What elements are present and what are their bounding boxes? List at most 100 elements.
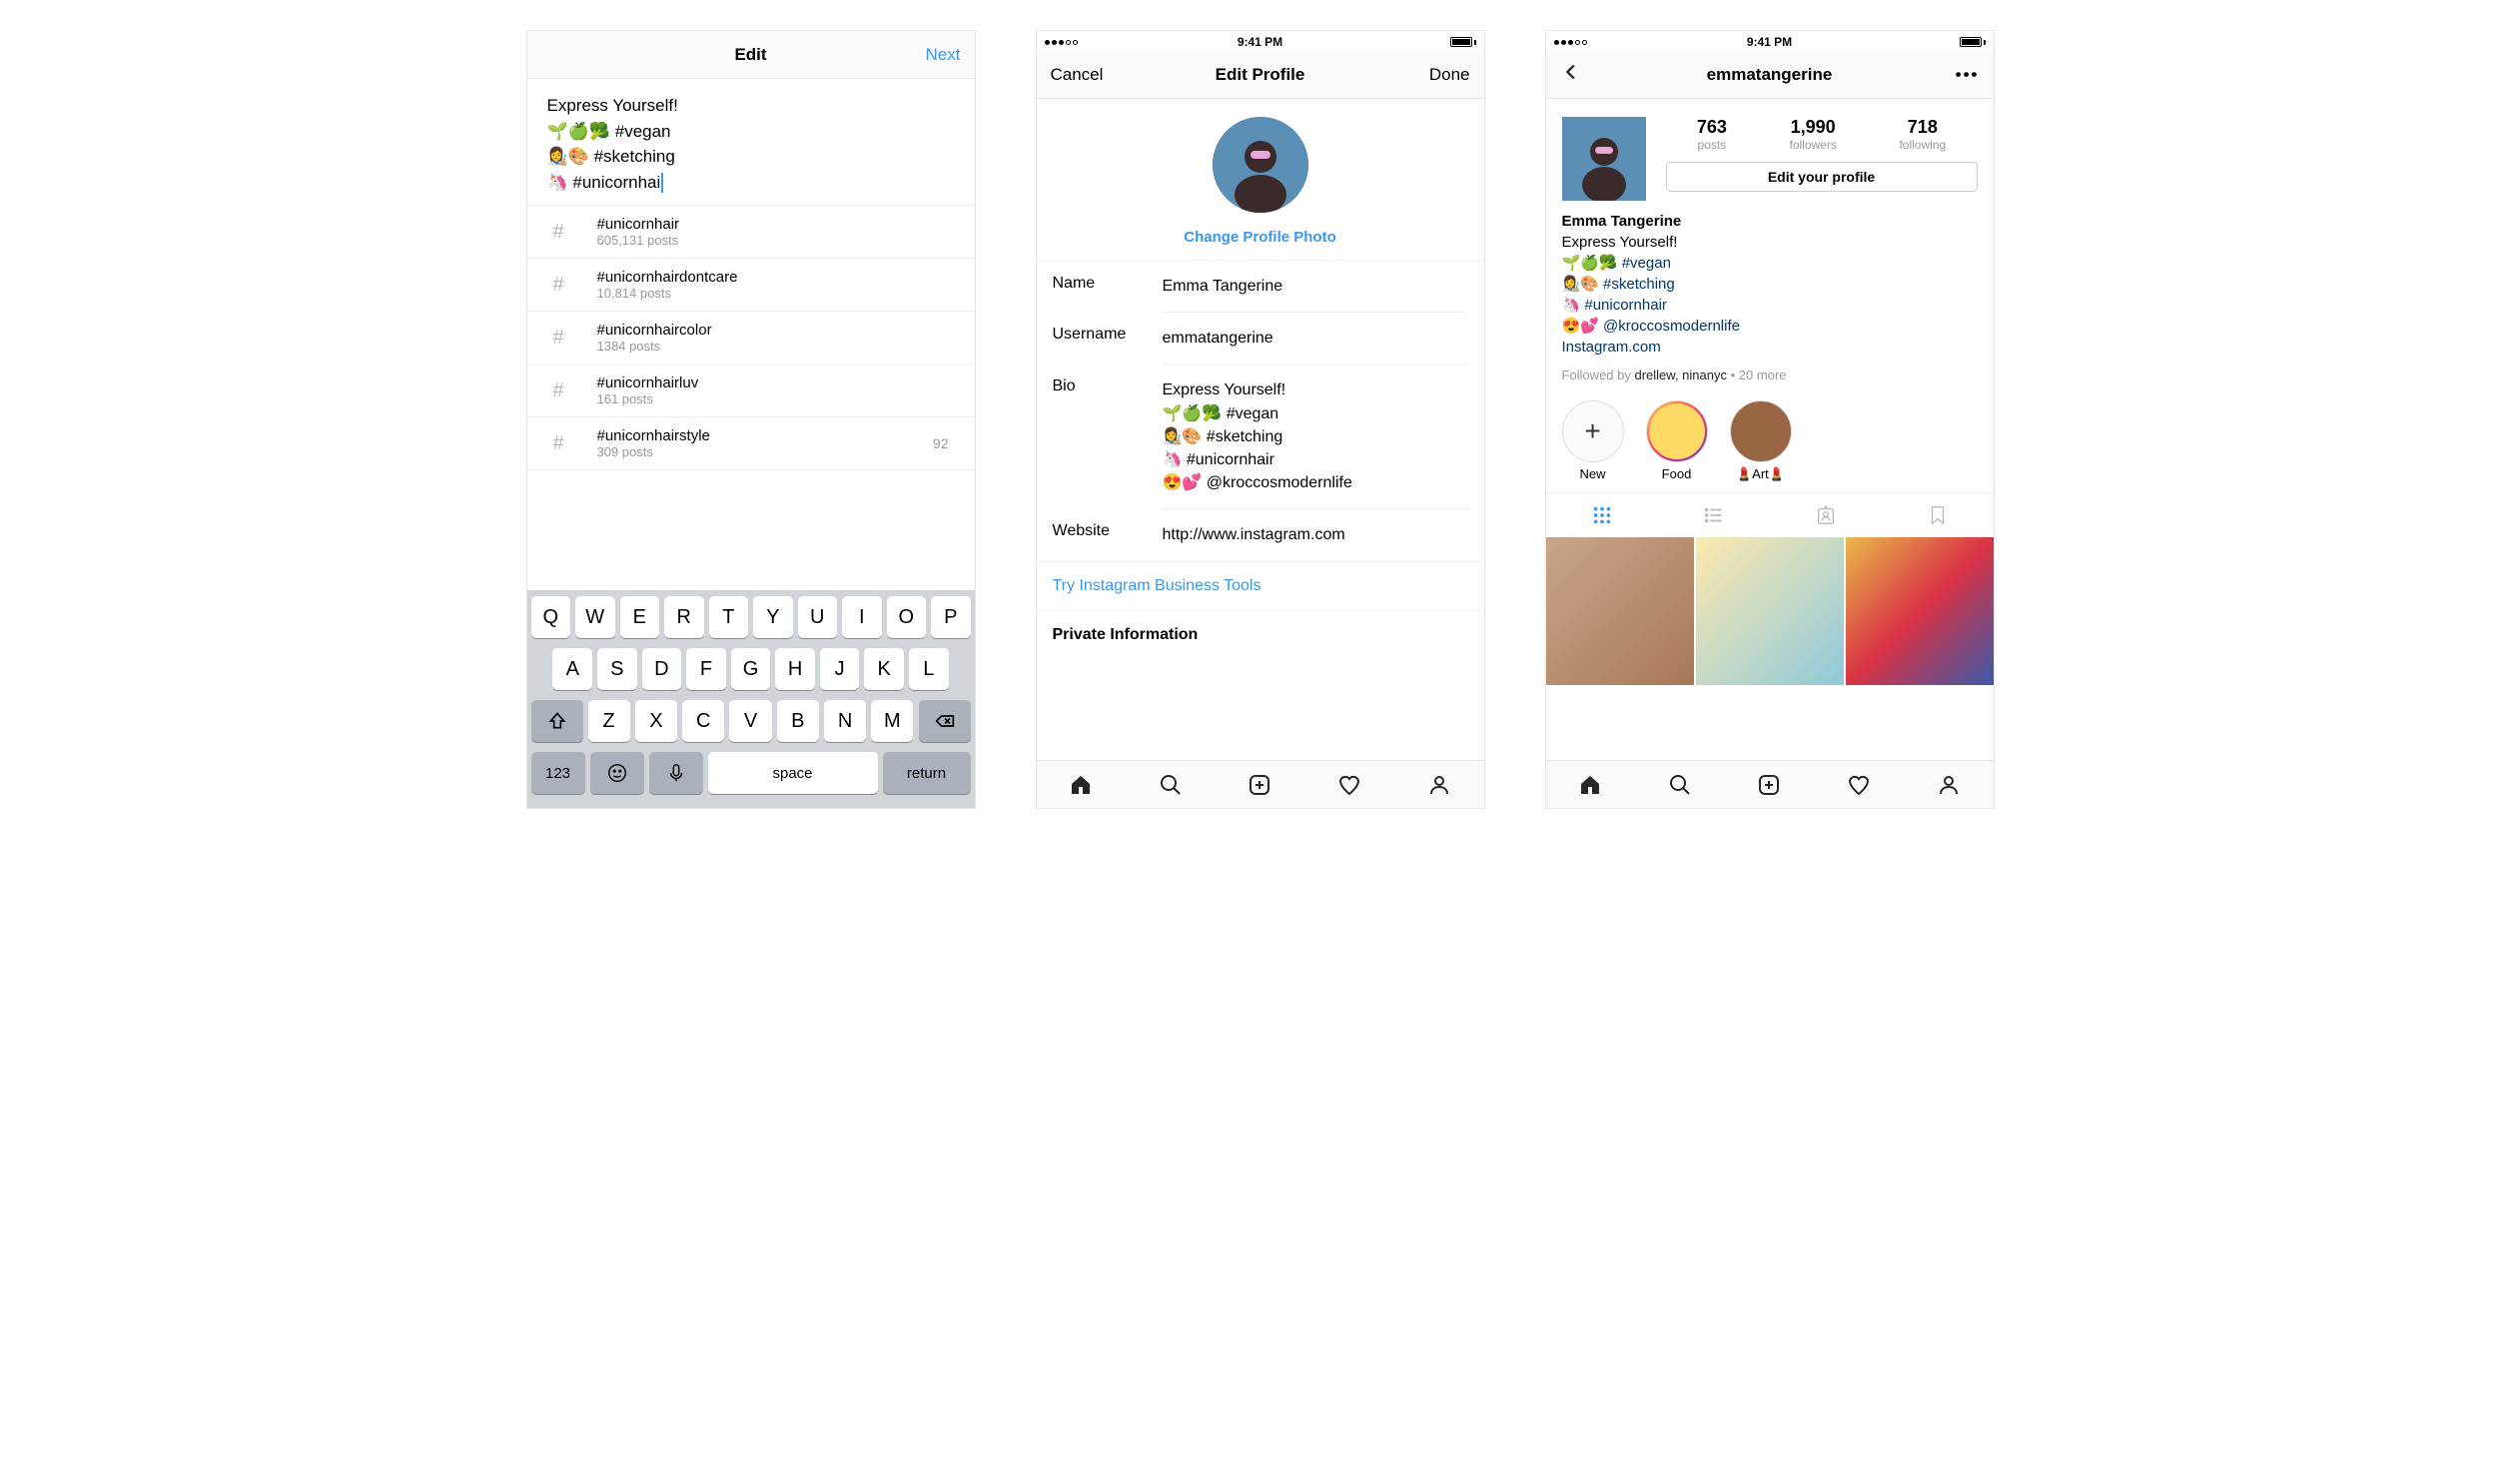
hashtag-suggestion[interactable]: # #unicornhairluv 161 posts bbox=[527, 365, 975, 417]
letter-key[interactable]: O bbox=[887, 596, 927, 638]
phone-screen-bio-edit: Edit Next Express Yourself! 🌱🍏🥦 #vegan 👩… bbox=[526, 30, 976, 809]
home-tab[interactable] bbox=[1546, 761, 1636, 808]
followed-by-text[interactable]: Followed by drellew, ninanyc • 20 more bbox=[1546, 367, 1994, 396]
create-tab[interactable] bbox=[1725, 761, 1815, 808]
letter-key[interactable]: S bbox=[597, 648, 637, 690]
hashtag-link[interactable]: #vegan bbox=[1622, 255, 1671, 272]
more-button[interactable]: ••• bbox=[1956, 65, 1980, 85]
hashtag-suggestion[interactable]: # #unicornhairdontcare 10,814 posts bbox=[527, 259, 975, 312]
hashtag-link[interactable]: #unicornhair bbox=[1584, 297, 1667, 314]
number-key[interactable]: 123 bbox=[531, 752, 585, 794]
suggestion-count: 605,131 posts bbox=[597, 233, 680, 248]
letter-key[interactable]: V bbox=[729, 700, 771, 742]
dictation-key[interactable] bbox=[649, 752, 703, 794]
photo-thumbnail[interactable] bbox=[1846, 537, 1994, 685]
grid-view-tab[interactable] bbox=[1546, 493, 1658, 537]
shift-key[interactable] bbox=[531, 700, 583, 742]
highlight-item[interactable]: Food bbox=[1646, 400, 1708, 482]
list-view-tab[interactable] bbox=[1658, 493, 1770, 537]
stat-following[interactable]: 718following bbox=[1899, 117, 1946, 152]
tagged-tab[interactable] bbox=[1770, 493, 1882, 537]
letter-key[interactable]: Q bbox=[531, 596, 571, 638]
hashtag-suggestions-list: # #unicornhair 605,131 posts # #unicornh… bbox=[527, 206, 975, 470]
website-link[interactable]: Instagram.com bbox=[1562, 337, 1978, 358]
activity-tab[interactable] bbox=[1814, 761, 1904, 808]
profile-bio: Emma Tangerine Express Yourself! 🌱🍏🥦 #ve… bbox=[1546, 211, 1994, 367]
activity-tab[interactable] bbox=[1304, 761, 1394, 808]
home-tab[interactable] bbox=[1037, 761, 1127, 808]
letter-key[interactable]: D bbox=[642, 648, 682, 690]
saved-tab[interactable] bbox=[1882, 493, 1994, 537]
letter-key[interactable]: L bbox=[909, 648, 949, 690]
letter-key[interactable]: I bbox=[842, 596, 882, 638]
text-cursor bbox=[661, 173, 663, 193]
letter-key[interactable]: X bbox=[635, 700, 677, 742]
hashtag-suggestion[interactable]: # #unicornhaircolor 1384 posts bbox=[527, 312, 975, 365]
letter-key[interactable]: C bbox=[682, 700, 724, 742]
done-button[interactable]: Done bbox=[1429, 65, 1470, 85]
letter-key[interactable]: M bbox=[871, 700, 913, 742]
suggestion-tag: #unicornhaircolor bbox=[597, 322, 712, 339]
next-button[interactable]: Next bbox=[926, 45, 961, 65]
profile-avatar[interactable] bbox=[1213, 117, 1308, 213]
profile-tab[interactable] bbox=[1394, 761, 1484, 808]
letter-key[interactable]: R bbox=[664, 596, 704, 638]
status-time: 9:41 PM bbox=[1238, 35, 1282, 49]
edit-profile-button[interactable]: Edit your profile bbox=[1666, 162, 1978, 192]
cancel-button[interactable]: Cancel bbox=[1051, 65, 1104, 85]
battery-icon bbox=[1450, 37, 1476, 47]
bio-field[interactable]: Express Yourself! 🌱🍏🥦 #vegan 👩‍🎨🎨 #sketc… bbox=[1163, 364, 1468, 494]
letter-key[interactable]: H bbox=[775, 648, 815, 690]
letter-key[interactable]: A bbox=[552, 648, 592, 690]
business-tools-link[interactable]: Try Instagram Business Tools bbox=[1037, 561, 1484, 611]
profile-avatar[interactable] bbox=[1562, 117, 1646, 201]
letter-key[interactable]: K bbox=[864, 648, 904, 690]
letter-key[interactable]: G bbox=[731, 648, 771, 690]
letter-key[interactable]: F bbox=[686, 648, 726, 690]
letter-key[interactable]: B bbox=[777, 700, 819, 742]
photo-thumbnail[interactable] bbox=[1546, 537, 1694, 685]
profile-stats: 763posts 1,990followers 718following Edi… bbox=[1666, 117, 1978, 201]
return-key[interactable]: return bbox=[883, 752, 971, 794]
hashtag-suggestion[interactable]: # #unicornhair 605,131 posts bbox=[527, 206, 975, 259]
website-field[interactable]: http://www.instagram.com bbox=[1163, 508, 1468, 546]
suggestion-count: 1384 posts bbox=[597, 339, 712, 354]
letter-key[interactable]: E bbox=[620, 596, 660, 638]
space-key[interactable]: space bbox=[708, 752, 878, 794]
emoji-key[interactable] bbox=[590, 752, 644, 794]
letter-key[interactable]: Z bbox=[588, 700, 630, 742]
stat-posts[interactable]: 763posts bbox=[1697, 117, 1727, 152]
suggestion-aside: 92 bbox=[933, 435, 959, 451]
letter-key[interactable]: T bbox=[709, 596, 749, 638]
backspace-key[interactable] bbox=[919, 700, 971, 742]
highlight-new[interactable]: +New bbox=[1562, 400, 1624, 482]
mention-link[interactable]: @kroccosmodernlife bbox=[1603, 318, 1740, 335]
form-row-website: Website http://www.instagram.com bbox=[1053, 508, 1468, 560]
highlight-item[interactable]: 💄Art💄 bbox=[1730, 400, 1792, 482]
profile-tab[interactable] bbox=[1904, 761, 1994, 808]
bio-line: 👩‍🎨🎨 #sketching bbox=[547, 144, 955, 170]
ios-keyboard: QWERTYUIOP ASDFGHJKL ZXCVBNM 123 space r… bbox=[527, 590, 975, 808]
letter-key[interactable]: Y bbox=[753, 596, 793, 638]
hashtag-suggestion[interactable]: # #unicornhairstyle 309 posts 92 bbox=[527, 417, 975, 470]
change-photo-link[interactable]: Change Profile Photo bbox=[1184, 229, 1336, 246]
letter-key[interactable]: N bbox=[824, 700, 866, 742]
search-tab[interactable] bbox=[1126, 761, 1216, 808]
username-field[interactable]: emmatangerine bbox=[1163, 312, 1468, 350]
letter-key[interactable]: W bbox=[575, 596, 615, 638]
nav-title: Edit Profile bbox=[1216, 65, 1305, 85]
bio-text-editor[interactable]: Express Yourself! 🌱🍏🥦 #vegan 👩‍🎨🎨 #sketc… bbox=[527, 79, 975, 206]
phone-screen-profile: 9:41 PM emmatangerine ••• 763posts 1,990… bbox=[1545, 30, 1995, 809]
stat-followers[interactable]: 1,990followers bbox=[1789, 117, 1836, 152]
hash-icon: # bbox=[553, 379, 597, 402]
letter-key[interactable]: J bbox=[820, 648, 860, 690]
back-button[interactable] bbox=[1560, 61, 1582, 88]
create-tab[interactable] bbox=[1216, 761, 1305, 808]
letter-key[interactable]: P bbox=[931, 596, 971, 638]
letter-key[interactable]: U bbox=[798, 596, 838, 638]
photo-thumbnail[interactable] bbox=[1696, 537, 1844, 685]
hash-icon: # bbox=[553, 327, 597, 350]
name-field[interactable]: Emma Tangerine bbox=[1163, 275, 1468, 298]
search-tab[interactable] bbox=[1635, 761, 1725, 808]
hashtag-link[interactable]: #sketching bbox=[1603, 276, 1675, 293]
